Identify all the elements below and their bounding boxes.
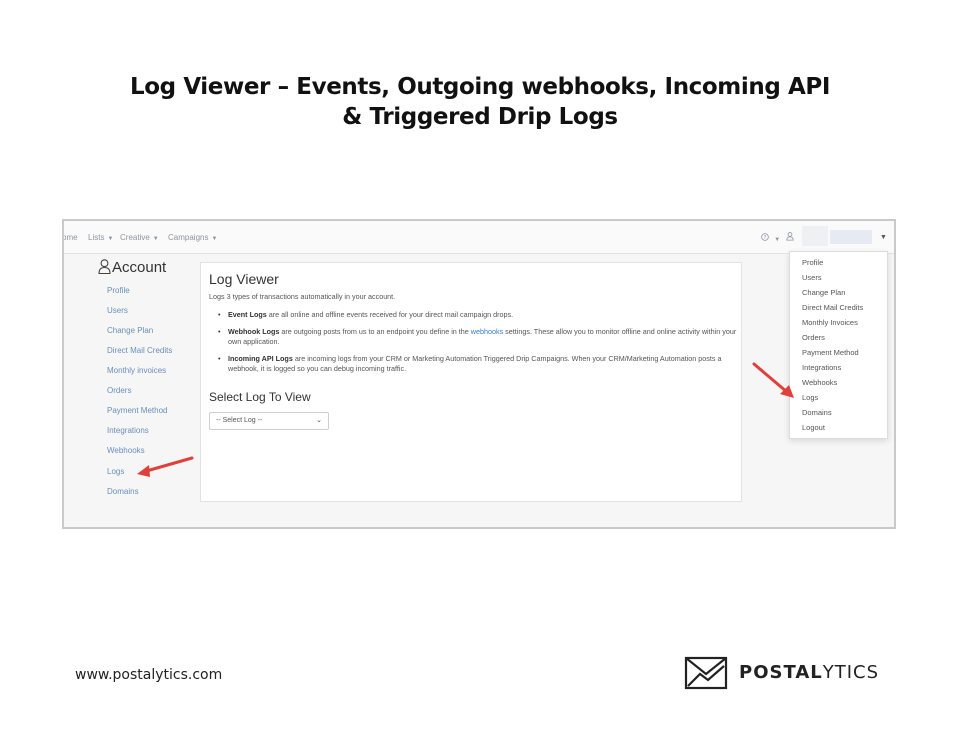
- nav-creative[interactable]: Creative ▼: [120, 233, 159, 242]
- user-dropdown-menu: Profile Users Change Plan Direct Mail Cr…: [789, 251, 888, 439]
- menu-item-payment-method[interactable]: Payment Method: [802, 348, 859, 357]
- menu-item-logs[interactable]: Logs: [802, 393, 818, 402]
- slide-title-line-1: Log Viewer – Events, Outgoing webhooks, …: [129, 74, 831, 100]
- caret-down-icon: ▼: [107, 236, 114, 242]
- user-menu-caret-icon[interactable]: ▼: [880, 234, 887, 241]
- postalytics-logo: POSTALYTICS: [684, 656, 884, 690]
- sidebar-item-monthly-invoices[interactable]: Monthly invoices: [107, 366, 166, 375]
- sidebar-item-change-plan[interactable]: Change Plan: [107, 326, 153, 335]
- nav-lists[interactable]: Lists ▼: [88, 233, 113, 242]
- nav-lists-label: Lists: [88, 233, 105, 242]
- envelope-chart-icon: [684, 656, 728, 690]
- app-screenshot: ome Lists ▼ Creative ▼ Campaigns ▼ ? ▼ ▼ Ac…: [62, 219, 896, 529]
- right-red-arrow-icon: [752, 362, 794, 398]
- menu-item-users[interactable]: Users: [802, 273, 822, 282]
- sidebar-item-integrations[interactable]: Integrations: [107, 426, 149, 435]
- chevron-down-icon: ⌄: [316, 417, 322, 424]
- select-log-dropdown[interactable]: -- Select Log -- ⌄: [209, 412, 329, 430]
- webhook-logs-label: Webhook Logs: [228, 326, 280, 336]
- caret-down-icon: ▼: [774, 237, 781, 243]
- list-item: Webhook Logs are outgoing posts from us …: [218, 327, 738, 348]
- menu-item-change-plan[interactable]: Change Plan: [802, 288, 845, 297]
- sidebar-item-profile[interactable]: Profile: [107, 286, 130, 295]
- log-types-list: Event Logs are all online and offline ev…: [218, 310, 738, 381]
- sidebar-item-direct-mail-credits[interactable]: Direct Mail Credits: [107, 346, 172, 355]
- sidebar-item-payment-method[interactable]: Payment Method: [107, 406, 167, 415]
- sidebar-item-orders[interactable]: Orders: [107, 386, 131, 395]
- slide-title-line-2: & Triggered Drip Logs: [342, 104, 618, 130]
- select-log-heading: Select Log To View: [209, 390, 311, 404]
- menu-item-integrations[interactable]: Integrations: [802, 363, 841, 372]
- log-viewer-title: Log Viewer: [209, 271, 279, 287]
- nav-campaigns-label: Campaigns: [168, 233, 209, 242]
- event-logs-label: Event Logs: [228, 310, 267, 319]
- webhook-logs-description-a: are outgoing posts from us to an endpoin…: [279, 326, 471, 336]
- nav-home[interactable]: ome: [64, 233, 78, 242]
- sidebar-item-users[interactable]: Users: [107, 306, 128, 315]
- log-viewer-subtitle: Logs 3 types of transactions automatical…: [209, 292, 396, 301]
- sidebar-item-domains[interactable]: Domains: [107, 487, 139, 496]
- list-item: Incoming API Logs are incoming logs from…: [218, 354, 738, 375]
- webhooks-link[interactable]: webhooks: [471, 327, 503, 336]
- menu-item-profile[interactable]: Profile: [802, 258, 823, 267]
- menu-item-logout[interactable]: Logout: [802, 423, 825, 432]
- user-icon[interactable]: [786, 232, 794, 243]
- menu-item-webhooks[interactable]: Webhooks: [802, 378, 837, 387]
- svg-text:?: ?: [764, 235, 767, 241]
- nav-creative-label: Creative: [120, 233, 150, 242]
- account-heading: Account: [98, 259, 166, 276]
- redacted-avatar: [802, 226, 828, 246]
- select-log-value: -- Select Log --: [216, 417, 263, 424]
- logo-wordmark: POSTALYTICS: [739, 662, 879, 683]
- user-icon: [98, 259, 111, 275]
- menu-item-orders[interactable]: Orders: [802, 333, 825, 342]
- sidebar-item-logs[interactable]: Logs: [107, 467, 124, 476]
- log-viewer-panel: Log Viewer Logs 3 types of transactions …: [200, 262, 742, 502]
- caret-down-icon: ▼: [152, 236, 159, 242]
- help-icon: ?: [761, 233, 771, 243]
- help-menu[interactable]: ? ▼: [761, 233, 780, 243]
- menu-item-direct-mail-credits[interactable]: Direct Mail Credits: [802, 303, 863, 312]
- nav-campaigns[interactable]: Campaigns ▼: [168, 233, 217, 242]
- footer-url: www.postalytics.com: [75, 667, 223, 683]
- left-red-arrow-icon: [137, 456, 194, 477]
- list-item: Event Logs are all online and offline ev…: [218, 310, 738, 321]
- incoming-api-logs-label: Incoming API Logs: [228, 353, 293, 363]
- top-navigation-bar: ome Lists ▼ Creative ▼ Campaigns ▼ ? ▼ ▼: [64, 221, 894, 254]
- menu-item-domains[interactable]: Domains: [802, 408, 832, 417]
- menu-item-monthly-invoices[interactable]: Monthly Invoices: [802, 318, 858, 327]
- incoming-api-logs-description: are incoming logs from your CRM or Marke…: [228, 353, 722, 374]
- slide-title: Log Viewer – Events, Outgoing webhooks, …: [0, 72, 960, 132]
- redacted-username: [830, 230, 872, 244]
- event-logs-description: are all online and offline events receiv…: [266, 310, 514, 319]
- caret-down-icon: ▼: [211, 236, 218, 242]
- logo-wordmark-bold: POSTAL: [739, 662, 823, 683]
- logo-wordmark-light: YTICS: [822, 662, 880, 683]
- account-heading-label: Account: [112, 259, 167, 276]
